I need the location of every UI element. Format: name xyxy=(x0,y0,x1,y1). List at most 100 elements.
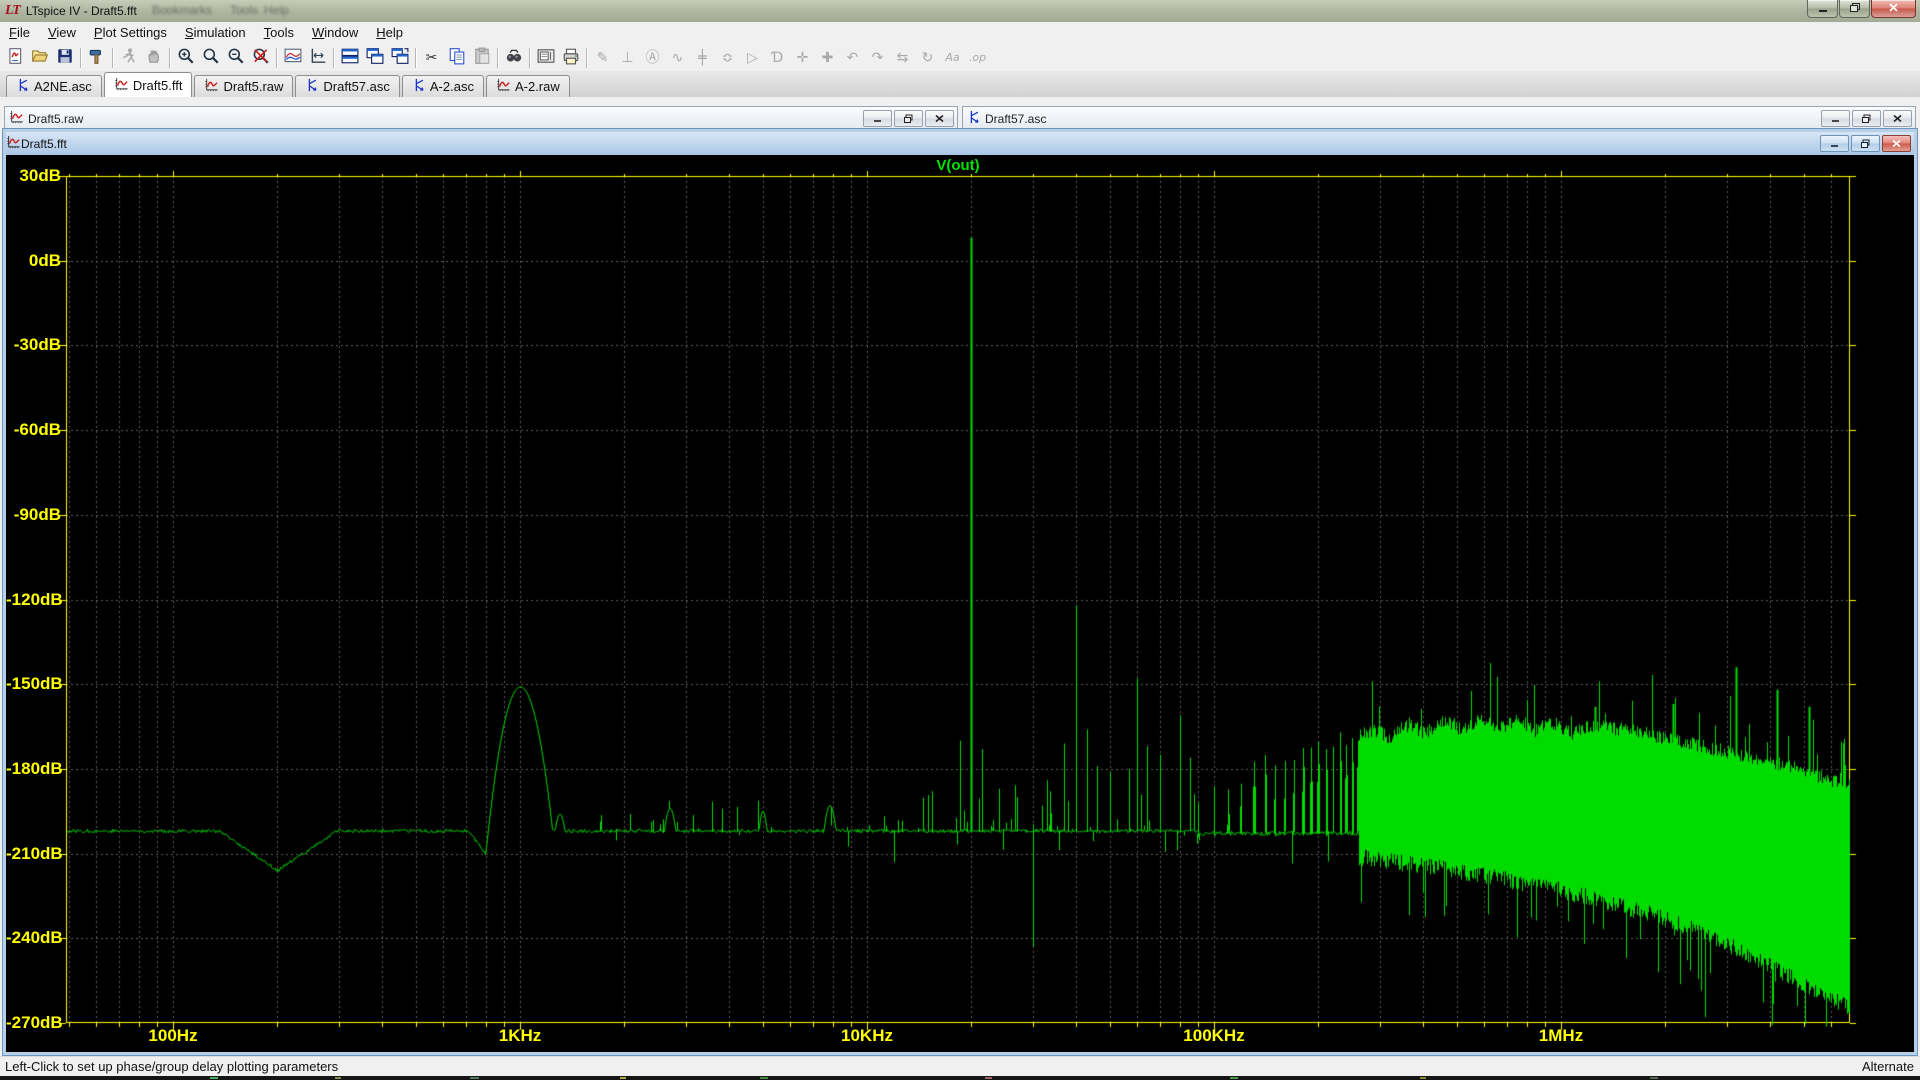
restore-button[interactable] xyxy=(1839,0,1870,18)
open-button[interactable] xyxy=(27,46,52,70)
tab-a2ne.asc[interactable]: A2NE.asc xyxy=(6,75,102,97)
y-axis-label: -120dB xyxy=(6,591,61,609)
close-button[interactable] xyxy=(1871,0,1916,18)
waveform-file-icon xyxy=(6,135,21,152)
tab-draft57.asc[interactable]: Draft57.asc xyxy=(295,75,399,97)
toolbar: ✂✎⊥Ⓐ∿╪≎▷Ɗ✛✚↶↷⇆↻Aa.op xyxy=(0,44,1920,72)
drag-icon: ✚ xyxy=(822,51,834,65)
fft-plot-canvas[interactable] xyxy=(6,155,1914,1052)
control-panel-button[interactable] xyxy=(84,46,109,70)
drag-button: ✚ xyxy=(815,46,840,70)
y-axis-label: -240dB xyxy=(6,929,61,947)
waveform-tab-icon xyxy=(204,78,219,95)
find-icon xyxy=(505,47,523,68)
print-preview-button[interactable] xyxy=(533,46,558,70)
cut-button[interactable]: ✂ xyxy=(419,46,444,70)
net-label-icon: Ⓐ xyxy=(646,51,660,65)
toolbar-separator xyxy=(112,48,113,68)
y-axis-label: -30dB xyxy=(6,336,61,354)
print-preview-icon xyxy=(537,47,555,68)
save-button[interactable] xyxy=(52,46,77,70)
tile-horizontal-button[interactable] xyxy=(337,46,362,70)
restore-icon xyxy=(1849,0,1861,18)
toolbar-separator xyxy=(497,48,498,68)
document-tab-bar: A2NE.ascDraft5.fftDraft5.raw Draft57.asc A… xyxy=(0,71,1920,98)
rotate-icon: ↻ xyxy=(922,51,934,65)
zoom-undo-icon xyxy=(252,47,270,68)
status-bar: Left-Click to set up phase/group delay p… xyxy=(0,1056,1920,1077)
ltspice-logo-icon: LT xyxy=(5,3,20,19)
child-close-button[interactable] xyxy=(1883,110,1912,127)
menu-help[interactable]: Help xyxy=(367,22,412,44)
print-button[interactable] xyxy=(558,46,583,70)
tab-a-2.raw[interactable]: A-2.raw xyxy=(486,75,570,97)
ghost-menu-help: Help xyxy=(264,3,289,17)
tab-draft5.fft[interactable]: Draft5.fft xyxy=(104,72,193,97)
toolbar-separator xyxy=(415,48,416,68)
zoom-in-icon xyxy=(177,47,195,68)
plot-settings-button[interactable] xyxy=(280,46,305,70)
toolbar-separator xyxy=(169,48,170,68)
child-minimize-button[interactable] xyxy=(1821,110,1850,127)
menu-file[interactable]: File xyxy=(0,22,39,44)
fft-window-title-bar[interactable]: Draft5.fft xyxy=(6,132,1914,155)
copy-button[interactable] xyxy=(444,46,469,70)
redo-button: ↷ xyxy=(865,46,890,70)
waveform-tab-icon xyxy=(496,78,511,95)
y-axis-label: -270dB xyxy=(6,1014,61,1032)
schematic-file-icon xyxy=(967,110,981,127)
minimize-button[interactable] xyxy=(1807,0,1838,18)
trace-legend-vout[interactable]: V(out) xyxy=(66,157,1850,174)
fft-plot-area[interactable]: V(out) 30dB0dB-30dB-60dB-90dB-120dB-150d… xyxy=(6,155,1914,1052)
mirror-icon: ⇆ xyxy=(897,51,909,65)
tab-a-2.asc[interactable]: A-2.asc xyxy=(402,75,484,97)
capacitor-icon: ╪ xyxy=(698,51,706,65)
minimize-icon xyxy=(1817,0,1829,18)
find-button[interactable] xyxy=(501,46,526,70)
y-axis-label: -60dB xyxy=(6,421,61,439)
waveform-tab-icon xyxy=(114,77,129,94)
undo-icon: ↶ xyxy=(847,51,859,65)
main-title-bar[interactable]: LT LTspice IV - Draft5.fft Bookmarks Too… xyxy=(0,0,1920,23)
menu-tools[interactable]: Tools xyxy=(255,22,303,44)
autorange-button[interactable] xyxy=(305,46,330,70)
zoom-out-button[interactable] xyxy=(223,46,248,70)
menu-window[interactable]: Window xyxy=(303,22,367,44)
move-button: ✛ xyxy=(790,46,815,70)
child-close-button[interactable] xyxy=(1882,135,1911,152)
wire-button: ✎ xyxy=(590,46,615,70)
zoom-full-extents-button[interactable] xyxy=(198,46,223,70)
diode-icon: ▷ xyxy=(747,51,758,65)
child-close-button[interactable] xyxy=(925,110,954,127)
child-window-draft5-fft[interactable]: Draft5.fft V(out) 30dB0dB-30dB-60dB-90dB… xyxy=(2,128,1918,1056)
tab-label: A-2.asc xyxy=(430,79,474,94)
menu-plot-settings[interactable]: Plot Settings xyxy=(85,22,176,44)
status-message: Left-Click to set up phase/group delay p… xyxy=(5,1059,338,1074)
resistor-button: ∿ xyxy=(665,46,690,70)
move-icon: ✛ xyxy=(797,51,809,65)
toolbar-separator xyxy=(586,48,587,68)
zoom-in-button[interactable] xyxy=(173,46,198,70)
tab-draft5.raw[interactable]: Draft5.raw xyxy=(194,75,293,97)
new-schematic-button[interactable] xyxy=(2,46,27,70)
zoom-undo-button[interactable] xyxy=(248,46,273,70)
child-restore-button[interactable] xyxy=(1851,135,1880,152)
save-icon xyxy=(56,47,74,68)
child-minimize-button[interactable] xyxy=(863,110,892,127)
toolbar-separator xyxy=(80,48,81,68)
tile-vertical-button[interactable] xyxy=(362,46,387,70)
child-minimize-button[interactable] xyxy=(1820,135,1849,152)
zoom-full-extents-icon xyxy=(202,47,220,68)
ghost-menu-bookmarks: Bookmarks xyxy=(152,3,212,17)
child-restore-button[interactable] xyxy=(1852,110,1881,127)
tile-horizontal-icon xyxy=(341,47,359,68)
text-button: Aa xyxy=(940,46,965,70)
menu-view[interactable]: View xyxy=(39,22,85,44)
tab-label: Draft57.asc xyxy=(323,79,389,94)
taskbar-edge xyxy=(0,1076,1920,1080)
child-restore-button[interactable] xyxy=(894,110,923,127)
text-icon: Aa xyxy=(945,52,959,63)
cascade-button[interactable] xyxy=(387,46,412,70)
menu-simulation[interactable]: Simulation xyxy=(176,22,255,44)
wire-icon: ✎ xyxy=(597,51,609,65)
